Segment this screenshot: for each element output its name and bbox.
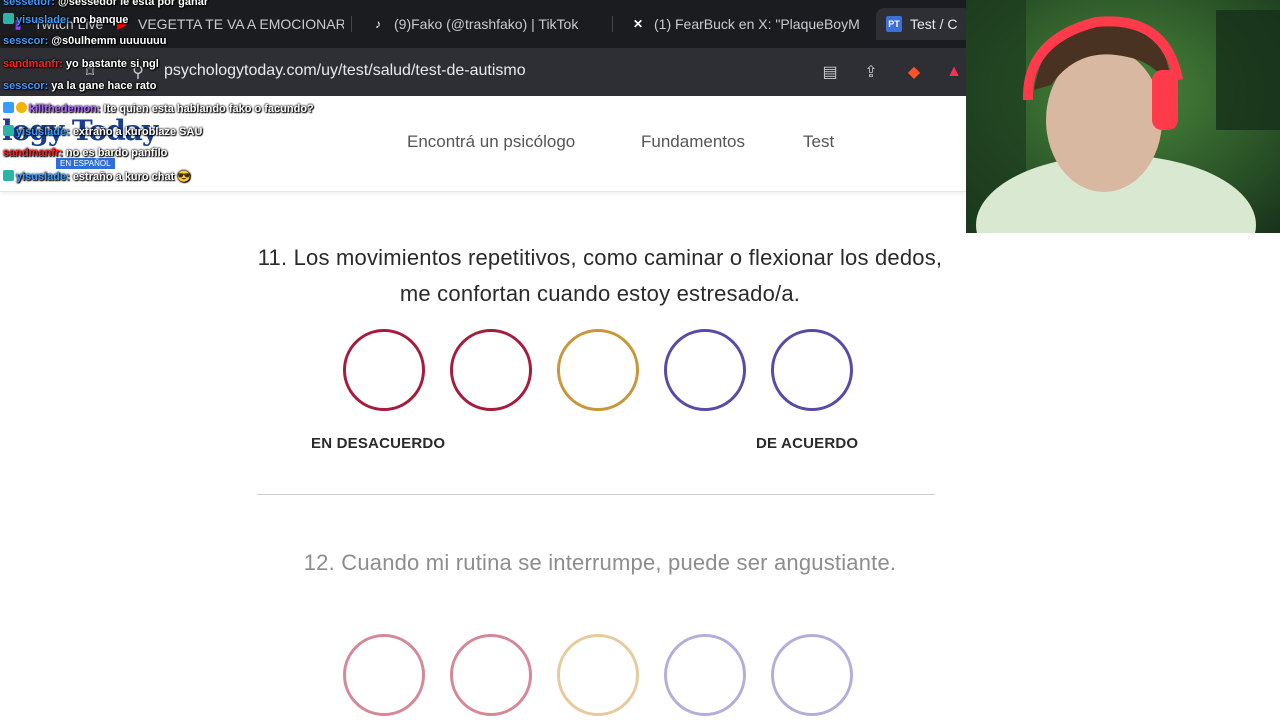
chat-username: killthedemon: — [29, 103, 101, 115]
chat-message: yisuslade: estraño a kuro chat 😎 — [3, 170, 191, 183]
chat-text: @sessedor le esta por ganar — [57, 0, 209, 8]
chat-username: sesscor: — [3, 35, 49, 47]
chat-username: yisuslade: — [16, 126, 70, 138]
q12-option-2-radio[interactable] — [450, 634, 532, 716]
chat-message: killthedemon: Ite quien esta hablando fak… — [3, 102, 314, 115]
q12-option-5-radio[interactable] — [771, 634, 853, 716]
q11-option-3-radio[interactable] — [557, 329, 639, 411]
chat-username: yisuslade: — [16, 14, 70, 26]
pt-icon: PT — [886, 16, 902, 32]
chat-text: ya la gane hace rato — [51, 80, 157, 92]
url-field[interactable]: psychologytoday.com/uy/test/salud/test-d… — [164, 62, 526, 80]
chat-text: Ite quien esta hablando fako o facundo? — [103, 103, 314, 115]
q11-option-1-radio[interactable] — [343, 329, 425, 411]
tab-label: Test / C — [910, 16, 958, 32]
chat-text: yo bastante si ngl — [65, 58, 159, 70]
chat-text: @s0ulhemm uuuuuuu — [51, 35, 167, 47]
chat-badge-icon — [3, 13, 14, 24]
chat-message: yisuslade: no banque — [3, 13, 128, 26]
q11-option-4-radio[interactable] — [664, 329, 746, 411]
x-icon: ✕ — [632, 17, 644, 31]
chat-message: yisuslade: extraño a kuroblaze SAU — [3, 125, 202, 138]
brave-shield-icon[interactable]: ◆ — [904, 62, 924, 82]
q12-option-4-radio[interactable] — [664, 634, 746, 716]
tab-psychologytoday[interactable]: PT Test / C — [876, 8, 971, 40]
chat-message: sandmanfr: yo bastante si ngl — [3, 58, 159, 70]
chat-text: no es bardo panfilo — [65, 147, 168, 159]
chat-badge-icon — [3, 102, 14, 113]
tab-separator — [612, 16, 613, 32]
chat-username: sessedor: — [3, 0, 55, 8]
brave-rewards-icon[interactable]: ▲ — [944, 62, 964, 82]
q11-option-2-radio[interactable] — [450, 329, 532, 411]
chat-badge-icon — [3, 125, 14, 136]
chat-message: sandmanfr: no es bardo panfilo — [3, 147, 167, 159]
question-divider — [257, 494, 935, 495]
scale-label-disagree: EN DESACUERDO — [311, 435, 446, 452]
tab-tiktok[interactable]: ♪ (9)Fako (@trashfako) | TikTok — [360, 8, 600, 40]
reader-mode-icon[interactable]: ▤ — [820, 62, 840, 82]
tab-x[interactable]: ✕ (1) FearBuck en X: "PlaqueBoyM — [620, 8, 860, 40]
webcam-overlay — [966, 0, 1280, 233]
nav-find-psychologist[interactable]: Encontrá un psicólogo — [407, 132, 575, 152]
chat-text: estraño a kuro chat 😎 — [72, 171, 192, 183]
webcam-feed-image — [966, 0, 1280, 233]
logo-subtitle: EN ESPAÑOL — [56, 158, 115, 169]
chat-text: extraño a kuroblaze SAU — [72, 126, 203, 138]
chat-message: sesscor: @s0ulhemm uuuuuuu — [3, 35, 167, 47]
chat-message: sessedor: @sessedor le esta por ganar — [3, 0, 208, 8]
tab-label: (9)Fako (@trashfako) | TikTok — [394, 16, 579, 32]
chat-username: sandmanfr: — [3, 147, 63, 159]
chat-badge-icon — [3, 170, 14, 181]
chat-username: yisuslade: — [16, 171, 70, 183]
chat-username: sesscor: — [3, 80, 49, 92]
tab-separator — [351, 16, 352, 32]
question-11-text: 11. Los movimientos repetitivos, como ca… — [257, 245, 943, 306]
nav-fundamentals[interactable]: Fundamentos — [641, 132, 745, 152]
q12-option-1-radio[interactable] — [343, 634, 425, 716]
chat-text: no banque — [72, 14, 129, 26]
chat-message: sesscor: ya la gane hace rato — [3, 80, 156, 92]
chat-badge-icon — [16, 102, 27, 113]
chat-username: sandmanfr: — [3, 58, 63, 70]
nav-test[interactable]: Test — [803, 132, 834, 152]
q11-option-5-radio[interactable] — [771, 329, 853, 411]
scale-label-agree: DE ACUERDO — [756, 435, 859, 452]
tiktok-icon: ♪ — [375, 17, 381, 31]
tab-label: (1) FearBuck en X: "PlaqueBoyM — [654, 16, 860, 32]
q12-option-3-radio[interactable] — [557, 634, 639, 716]
share-icon[interactable]: ⇪ — [861, 62, 881, 82]
tab-label: VEGETTA TE VA A EMOCIONAR — [138, 16, 344, 32]
question-12-text: 12. Cuando mi rutina se interrumpe, pued… — [303, 550, 897, 575]
